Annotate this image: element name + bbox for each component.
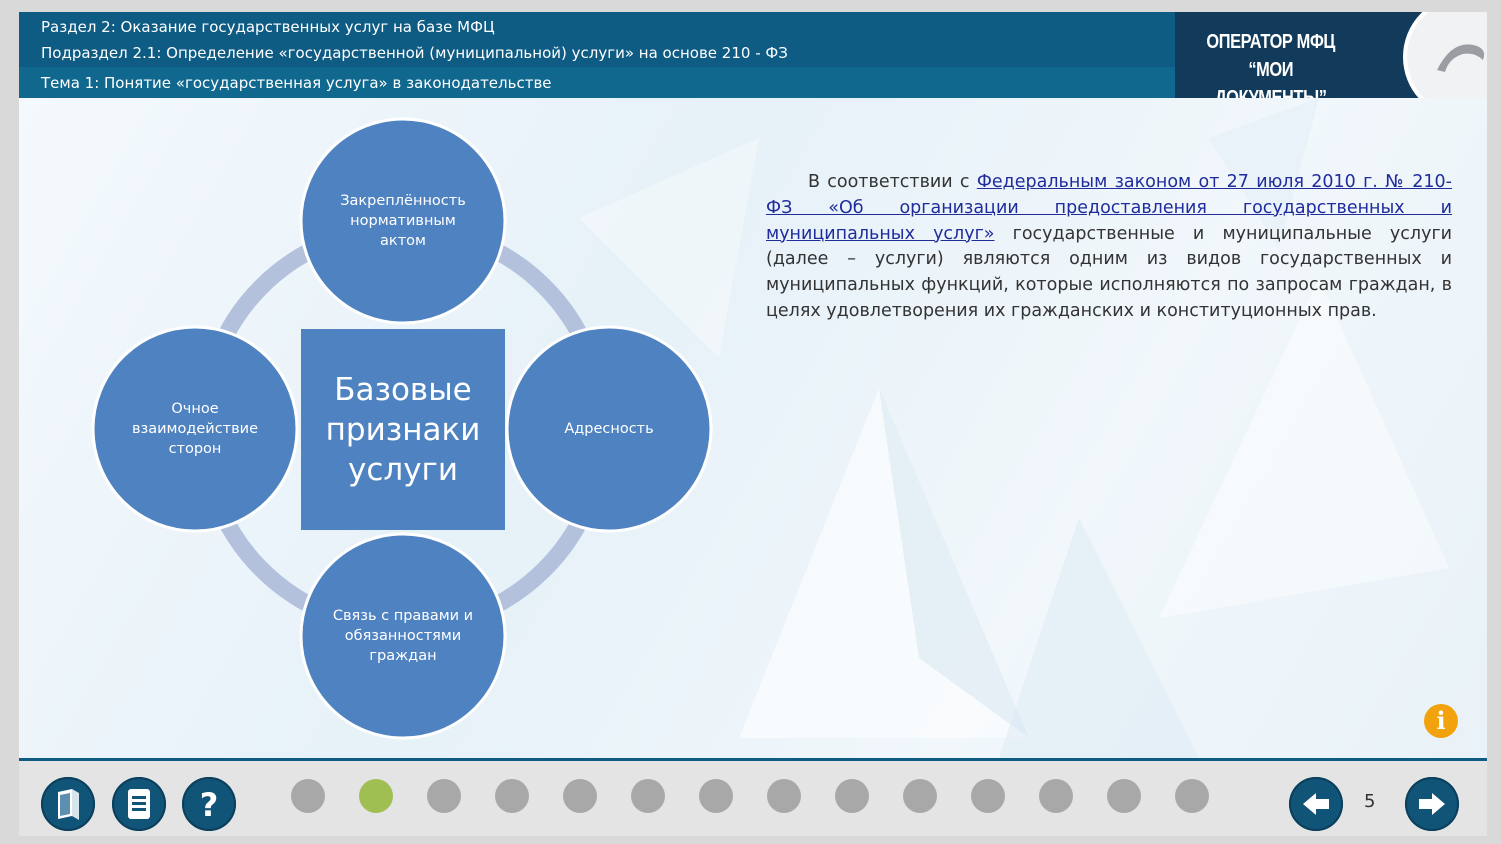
logo: ОПЕРАТОР МФЦ “МОИ ДОКУМЕНТЫ” xyxy=(1175,12,1487,98)
progress-dot-1[interactable] xyxy=(291,779,325,813)
progress-dot-7[interactable] xyxy=(699,779,733,813)
navigation-footer: ? 5 xyxy=(19,761,1487,836)
progress-dot-12[interactable] xyxy=(1039,779,1073,813)
book-icon xyxy=(58,789,79,820)
progress-dot-4[interactable] xyxy=(495,779,529,813)
logo-line-1: ОПЕРАТОР МФЦ xyxy=(1206,31,1335,53)
previous-slide-button[interactable] xyxy=(1289,777,1343,831)
info-icon[interactable]: i xyxy=(1424,704,1458,738)
header-bar: Раздел 2: Оказание государственных услуг… xyxy=(19,12,1487,98)
diagram-right-label: Адресность xyxy=(564,421,654,437)
course-frame: Раздел 2: Оказание государственных услуг… xyxy=(19,12,1487,836)
paragraph-prefix: В соответствии с xyxy=(808,172,977,192)
next-slide-button[interactable] xyxy=(1405,777,1459,831)
progress-dot-14[interactable] xyxy=(1175,779,1209,813)
page-number: 5 xyxy=(1364,791,1376,812)
section-title: Раздел 2: Оказание государственных услуг… xyxy=(41,18,495,36)
diagram-left-label: Очное взаимодействие сторон xyxy=(131,401,259,457)
logo-text: ОПЕРАТОР МФЦ “МОИ ДОКУМЕНТЫ” xyxy=(1201,28,1340,98)
progress-dot-5[interactable] xyxy=(563,779,597,813)
progress-dot-3[interactable] xyxy=(427,779,461,813)
logo-line-2: “МОИ ДОКУМЕНТЫ” xyxy=(1214,59,1327,98)
diagram-top-label: Закреплённость нормативным актом xyxy=(340,193,466,249)
progress-dot-11[interactable] xyxy=(971,779,1005,813)
law-paragraph: В соответствии с Федеральным законом от … xyxy=(766,170,1452,325)
progress-dot-13[interactable] xyxy=(1107,779,1141,813)
diagram-center-label: Базовые признаки услуги xyxy=(325,371,481,488)
topic-title: Тема 1: Понятие «государственная услуга»… xyxy=(41,74,552,92)
svg-text:?: ? xyxy=(200,786,219,824)
logo-arc-icon xyxy=(1403,12,1487,98)
contents-button[interactable] xyxy=(112,777,166,831)
help-icon: ? xyxy=(200,786,219,824)
arrow-left-icon xyxy=(1303,793,1329,815)
book-button[interactable] xyxy=(41,777,95,831)
progress-dot-9[interactable] xyxy=(835,779,869,813)
help-button[interactable]: ? xyxy=(182,777,236,831)
progress-dot-8[interactable] xyxy=(767,779,801,813)
progress-dot-6[interactable] xyxy=(631,779,665,813)
subsection-title: Подраздел 2.1: Определение «государствен… xyxy=(41,44,788,62)
slide-content: Закреплённость нормативным актом Адресно… xyxy=(19,98,1487,758)
progress-dot-2[interactable] xyxy=(359,779,393,813)
progress-dot-10[interactable] xyxy=(903,779,937,813)
list-icon xyxy=(128,789,150,819)
arrow-right-icon xyxy=(1419,793,1445,815)
diagram-bottom-label: Связь с правами и обязанностями граждан xyxy=(332,608,474,664)
diagram-center-box: Базовые признаки услуги xyxy=(301,329,505,530)
